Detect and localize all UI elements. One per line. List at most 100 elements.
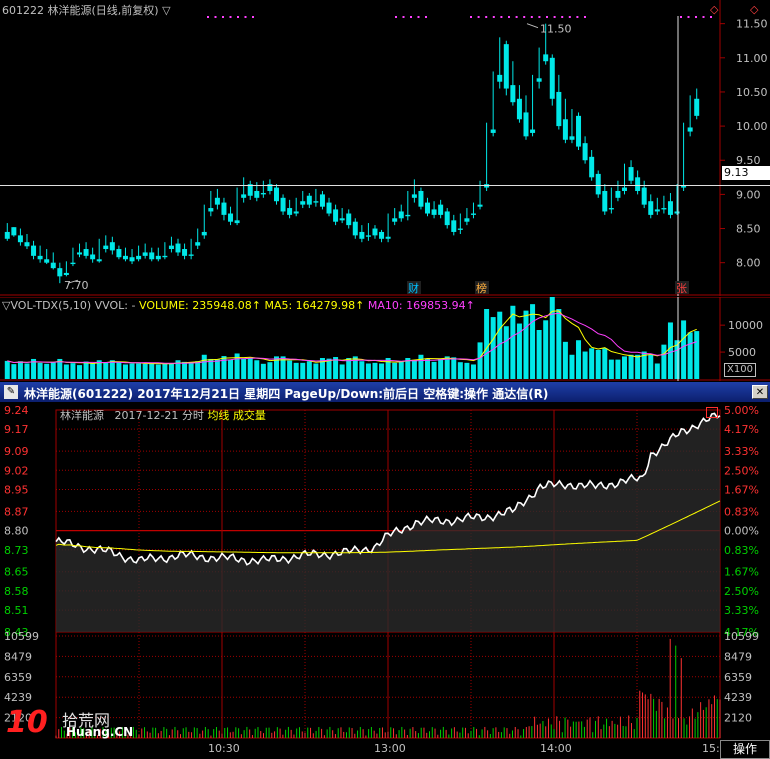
candle-body-down xyxy=(497,74,503,82)
event-dot xyxy=(207,16,209,18)
event-dot xyxy=(546,16,548,18)
candle-body-down xyxy=(674,211,680,214)
candle-body-down xyxy=(280,197,286,212)
candle-body-down xyxy=(661,208,667,210)
volume-bar-down xyxy=(464,362,470,379)
candle-body-down xyxy=(11,227,17,236)
volume-bar-down xyxy=(188,362,194,379)
kline-header: 601222 林洋能源(日线,前复权) ▽ xyxy=(2,2,171,18)
volume-bar-down xyxy=(451,357,457,379)
kline-panel[interactable]: 11.50 11.00 10.50 10.00 9.50 9.00 8.50 8.00 11.5… xyxy=(0,0,770,296)
marker-diamond-icon: ◇ xyxy=(710,3,719,16)
intraday-price-label: 8.80 xyxy=(4,525,29,538)
candle-body-down xyxy=(425,202,431,214)
volume-bar-down xyxy=(549,291,555,379)
intraday-price-label: 8.95 xyxy=(4,483,29,496)
volume-bar-down xyxy=(628,354,634,379)
candle-body-down xyxy=(595,173,601,195)
event-dot xyxy=(417,16,420,18)
intraday-pct-label: 1.67% xyxy=(724,566,759,579)
volume-bar-down xyxy=(523,310,529,379)
volume-bar-down xyxy=(615,359,621,379)
volume-bar-down xyxy=(326,358,332,379)
volume-bar-down xyxy=(129,363,135,379)
diamond-icon[interactable]: ◇ xyxy=(750,3,758,16)
candle-body-down xyxy=(411,194,417,198)
event-dot xyxy=(576,16,579,18)
vol-indicator-name[interactable]: ▽VOL-TDX(5,10) xyxy=(2,299,91,312)
candle-body-down xyxy=(96,259,102,262)
candle-body-down xyxy=(24,242,30,247)
intraday-price-label: 8.73 xyxy=(4,544,29,557)
candle-body-down xyxy=(234,220,240,224)
price-axis-label: 10.00 xyxy=(736,120,768,133)
event-dot xyxy=(214,16,217,18)
candle-body-down xyxy=(136,255,142,260)
operate-button[interactable]: 操作 xyxy=(720,740,770,759)
volume-bar-down xyxy=(569,354,575,379)
intraday-popup-window[interactable]: ✎ 林洋能源(601222) 2017年12月21日 星期四 PageUp/Do… xyxy=(0,382,770,759)
event-dot xyxy=(530,16,533,18)
candle-body-down xyxy=(694,98,700,116)
volume-bar-down xyxy=(484,309,490,379)
close-icon[interactable]: ✕ xyxy=(752,385,768,399)
popup-title: 林洋能源(601222) 2017年12月21日 星期四 PageUp/Down… xyxy=(24,387,549,401)
candle-body-down xyxy=(109,242,115,251)
volume-bar-down xyxy=(536,330,542,379)
candle-body-down xyxy=(142,252,148,256)
kline-menu-arrow[interactable]: ▽ xyxy=(162,4,170,17)
candle-body-down xyxy=(228,213,234,222)
candle-body-down xyxy=(333,209,339,222)
candle-body-down xyxy=(621,187,627,191)
candle-body-down xyxy=(549,57,555,99)
volume-bar-down xyxy=(306,361,312,379)
legend-avg-line: 均线 xyxy=(207,409,230,422)
volume-bar-down xyxy=(254,360,260,379)
restore-icon[interactable] xyxy=(706,407,718,418)
event-dot xyxy=(229,16,232,18)
volume-bar-down xyxy=(589,348,595,379)
volume-bar-down xyxy=(214,359,220,379)
intraday-vol-label-right: 10599 xyxy=(724,630,759,643)
event-dot xyxy=(702,16,705,18)
intraday-stock-name: 林洋能源 xyxy=(60,409,104,422)
volume-bar-down xyxy=(149,362,155,379)
intraday-vol-label: 10599 xyxy=(4,630,39,643)
candle-body-down xyxy=(103,245,109,250)
candle-body-down xyxy=(418,190,424,207)
intraday-pct-label: 3.33% xyxy=(724,604,759,617)
candle-body-down xyxy=(477,204,483,207)
candle-body-down xyxy=(4,231,10,239)
volume-bar-down xyxy=(103,362,109,379)
price-axis-label: 10.50 xyxy=(736,86,768,99)
volume-panel[interactable]: 10000 5000 ▽VOL-TDX(5,10) VVOL: - VOLUME:… xyxy=(0,291,770,381)
volume-bar-down xyxy=(4,360,10,379)
volume-bar-down xyxy=(339,364,345,379)
candle-body-down xyxy=(398,211,404,219)
watermark-number: 10 xyxy=(6,705,48,740)
candle-body-down xyxy=(37,255,43,260)
intraday-price-label: 8.87 xyxy=(4,505,29,518)
marker-zhang: 张 xyxy=(676,282,687,295)
event-dot xyxy=(395,16,397,18)
candle-body-down xyxy=(57,268,63,277)
volume-bar-down xyxy=(109,360,115,379)
volume-bar-down xyxy=(260,363,266,379)
volume-bar-down xyxy=(602,348,608,379)
candle-body-down xyxy=(162,255,168,258)
intraday-legend: 林洋能源 2017-12-21 分时 均线 成交量 xyxy=(60,407,266,423)
event-dot xyxy=(252,16,254,18)
candle-body-down xyxy=(530,129,536,133)
volume-bar-down xyxy=(142,363,148,379)
candle-body-down xyxy=(31,245,37,256)
volume-bar-down xyxy=(418,354,424,379)
event-dot xyxy=(477,16,480,18)
candle-body-down xyxy=(516,98,522,120)
candle-body-down xyxy=(168,245,174,250)
popup-titlebar[interactable]: ✎ 林洋能源(601222) 2017年12月21日 星期四 PageUp/Do… xyxy=(0,382,770,402)
kline-chart[interactable]: 11.5011.0010.5010.009.509.008.508.0011.5… xyxy=(0,0,770,296)
event-dot xyxy=(425,16,427,18)
intraday-pct-label: 2.50% xyxy=(724,585,759,598)
candle-body-down xyxy=(241,194,247,198)
event-dot xyxy=(222,16,224,18)
